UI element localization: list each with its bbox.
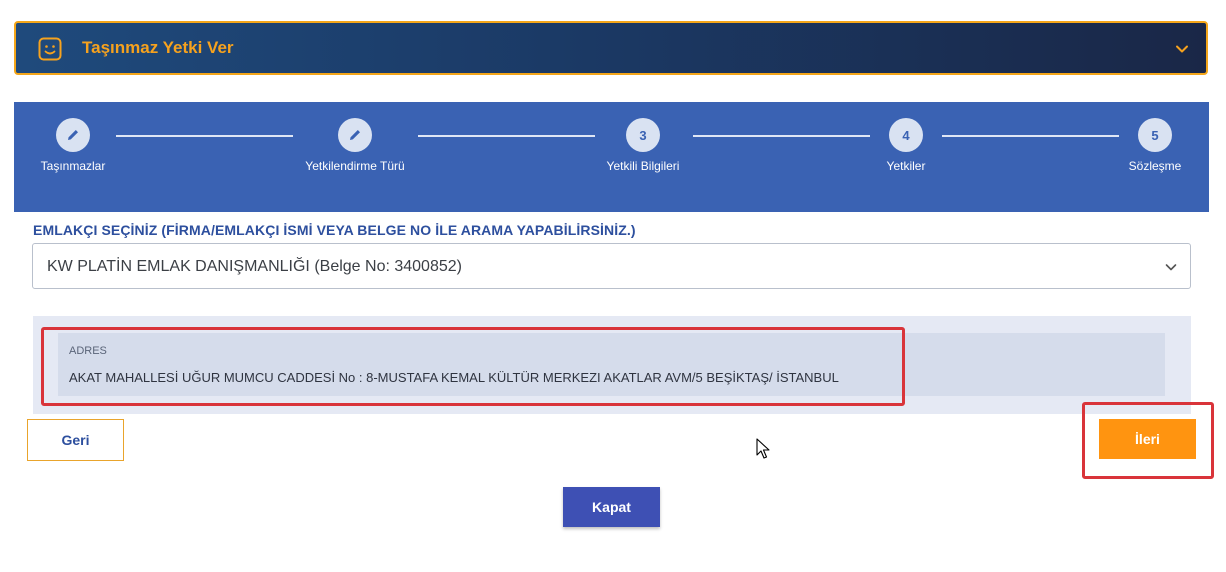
step-5-marker[interactable]: 5: [1138, 118, 1172, 152]
step-4-label: Yetkiler: [886, 159, 926, 173]
section-title: Taşınmaz Yetki Ver: [82, 38, 234, 57]
step-1-label: Taşınmazlar: [40, 159, 106, 173]
step-2-marker[interactable]: [338, 118, 372, 152]
chevron-down-icon[interactable]: [1174, 41, 1190, 57]
section-header[interactable]: Taşınmaz Yetki Ver: [14, 21, 1208, 75]
step-connector: [693, 135, 870, 137]
stepper: Taşınmazlar Yetkilendirme Türü 3 Yetkili…: [14, 102, 1209, 212]
step-connector: [116, 135, 293, 137]
highlight-box-address: [41, 327, 905, 406]
step-2-label: Yetkilendirme Türü: [305, 159, 405, 173]
highlight-box-next: [1082, 402, 1214, 479]
step-4-marker[interactable]: 4: [889, 118, 923, 152]
realtor-selected-value: KW PLATİN EMLAK DANIŞMANLIĞI (Belge No: …: [47, 258, 462, 275]
back-button[interactable]: Geri: [27, 419, 124, 461]
step-3-label: Yetkili Bilgileri: [606, 159, 680, 173]
step-connector: [942, 135, 1119, 137]
pencil-icon: [68, 130, 78, 140]
chevron-down-icon[interactable]: [1164, 260, 1178, 274]
pencil-icon: [350, 130, 360, 140]
step-5-label: Sözleşme: [1128, 159, 1182, 173]
realtor-select-label: EMLAKÇI SEÇİNİZ (FİRMA/EMLAKÇI İSMİ VEYA…: [33, 222, 636, 238]
step-connector: [418, 135, 595, 137]
mouse-cursor-icon: [756, 438, 770, 459]
step-3-marker[interactable]: 3: [626, 118, 660, 152]
close-button[interactable]: Kapat: [563, 487, 660, 527]
step-1-marker[interactable]: [56, 118, 90, 152]
smile-icon: [38, 37, 62, 61]
realtor-select[interactable]: KW PLATİN EMLAK DANIŞMANLIĞI (Belge No: …: [32, 243, 1191, 289]
